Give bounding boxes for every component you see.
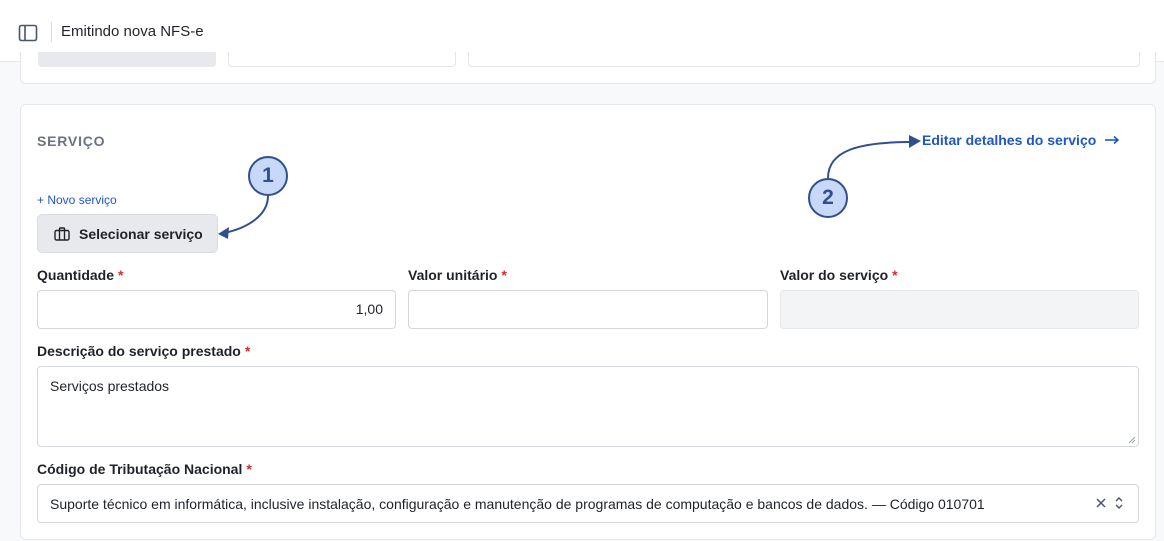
required-marker: * (892, 267, 898, 283)
description-textarea[interactable]: Serviços prestados (37, 366, 1139, 447)
required-marker: * (501, 267, 507, 283)
resize-handle-icon[interactable] (1128, 436, 1136, 444)
previous-field (228, 52, 456, 67)
previous-field (468, 52, 1140, 67)
unit-value-input[interactable] (408, 290, 768, 329)
service-value-input (780, 290, 1139, 329)
service-value-label-text: Valor do serviço (780, 267, 889, 283)
previous-section-card (20, 52, 1156, 84)
select-service-button[interactable]: Selecionar serviço (37, 214, 218, 253)
callout-badge: 2 (808, 178, 848, 218)
previous-field (38, 52, 216, 67)
unit-value-label-text: Valor unitário (408, 267, 498, 283)
quantity-label: Quantidade * (37, 267, 123, 283)
tax-code-label-text: Código de Tributação Nacional (37, 461, 243, 477)
service-value-label: Valor do serviço * (780, 267, 898, 283)
briefcase-icon (54, 226, 70, 241)
select-service-label: Selecionar serviço (79, 225, 203, 242)
required-marker: * (244, 343, 251, 359)
new-service-link[interactable]: + Novo serviço (37, 193, 117, 207)
chevron-up-down-icon[interactable] (1113, 495, 1125, 511)
edit-link-label: Editar detalhes do serviço (922, 132, 1097, 148)
topbar-divider (51, 22, 52, 42)
callout-badge: 1 (248, 156, 288, 196)
page-title: Emitindo nova NFS-e (61, 23, 204, 40)
edit-service-details-link[interactable]: Editar detalhes do serviço (922, 132, 1120, 148)
sidebar-panel-icon[interactable] (14, 19, 42, 47)
tax-code-select[interactable]: Suporte técnico em informática, inclusiv… (37, 484, 1139, 523)
tax-code-label: Código de Tributação Nacional * (37, 461, 252, 477)
description-value: Serviços prestados (50, 378, 170, 394)
close-icon[interactable] (1094, 496, 1108, 510)
description-label-text: Descrição do serviço prestado (37, 343, 241, 359)
section-title: SERVIÇO (37, 133, 106, 149)
quantity-label-text: Quantidade (37, 267, 115, 283)
arrow-right-icon (1105, 135, 1120, 145)
required-marker: * (246, 461, 252, 477)
required-marker: * (118, 267, 124, 283)
description-label: Descrição do serviço prestado * (37, 343, 250, 359)
unit-value-label: Valor unitário * (408, 267, 507, 283)
quantity-input[interactable]: 1,00 (37, 290, 396, 329)
